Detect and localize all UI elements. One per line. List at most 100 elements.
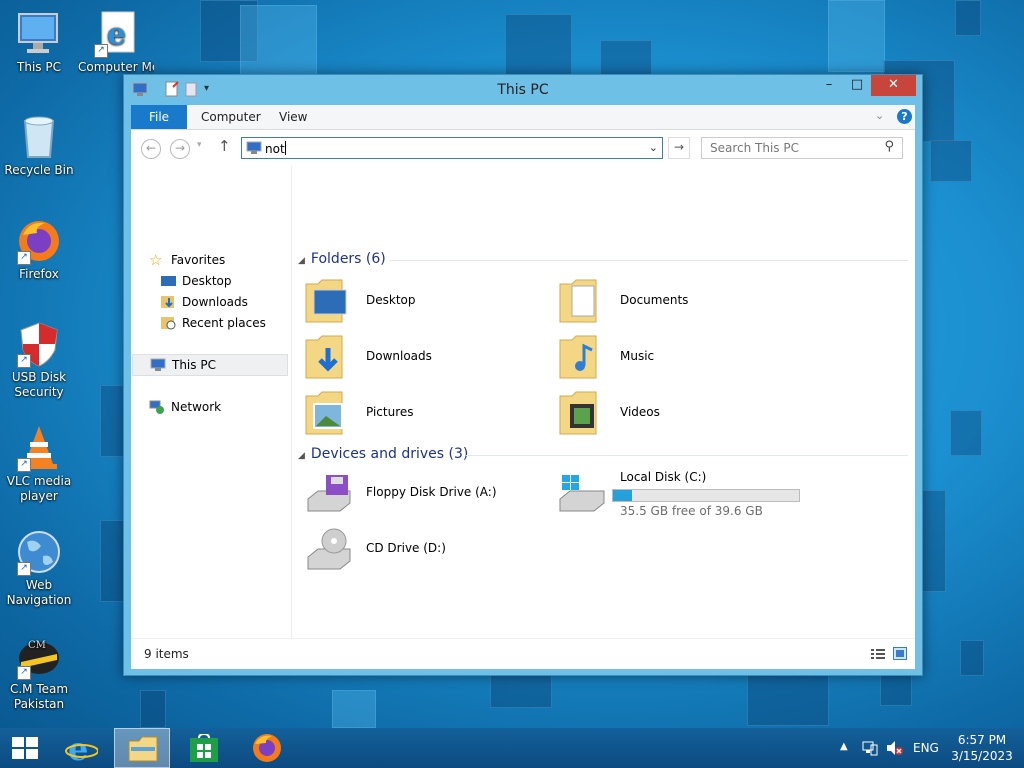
clock-time: 6:57 PM [957, 733, 1007, 747]
search-box[interactable]: Search This PC ⚲ [701, 137, 903, 159]
forward-button[interactable]: → [170, 139, 190, 159]
drive-floppy[interactable]: Floppy Disk Drive (A:) [304, 471, 544, 525]
large-icons-view-icon[interactable] [893, 647, 907, 663]
go-arrow-icon[interactable]: → [668, 137, 690, 159]
music-folder-icon [558, 332, 606, 382]
collapse-chevron-icon[interactable]: ◢ [298, 256, 305, 266]
volume-muted-icon[interactable] [886, 740, 904, 759]
folder-music[interactable]: Music [558, 332, 798, 386]
firefox-icon [253, 734, 281, 762]
tab-view[interactable]: View [265, 105, 321, 129]
taskbar-store[interactable] [176, 728, 232, 768]
desktop-icon-cm-team[interactable]: CM ↗ C.M Team Pakistan [1, 632, 77, 712]
window-title: This PC [497, 82, 549, 98]
expand-ribbon-chevron-icon[interactable]: ⌄ [875, 109, 884, 122]
search-icon[interactable]: ⚲ [884, 139, 894, 154]
store-icon [190, 734, 218, 762]
downloads-folder-icon [304, 332, 352, 382]
address-dropdown-chevron-icon[interactable]: ⌄ [649, 141, 658, 154]
desktop-icon-vlc[interactable]: ↗ VLC media player [1, 424, 77, 504]
desktop-icon-firefox[interactable]: ↗ Firefox [1, 217, 77, 282]
windows-logo-icon [12, 737, 38, 759]
minimize-button[interactable]: – [815, 75, 843, 96]
devices-group-header[interactable]: ◢ Devices and drives (3) [298, 446, 910, 464]
back-button[interactable]: ← [141, 139, 161, 159]
recycle-bin-icon [15, 113, 63, 161]
svg-text:e: e [68, 731, 88, 765]
pictures-folder-icon [304, 388, 352, 438]
star-icon: ☆ [149, 251, 163, 269]
shortcut-arrow-icon: ↗ [17, 458, 31, 472]
videos-folder-icon [558, 388, 606, 438]
title-bar[interactable]: ▾ This PC – □ ✕ [124, 75, 922, 105]
folder-documents[interactable]: Documents [558, 276, 798, 330]
documents-folder-icon [558, 276, 606, 326]
taskbar-firefox[interactable] [238, 728, 294, 768]
nav-favorites[interactable]: ☆ Favorites [149, 250, 225, 270]
nav-downloads[interactable]: Downloads [161, 292, 248, 312]
desktop-icon-this-pc[interactable]: This PC [1, 10, 77, 75]
cd-drive-icon [304, 527, 352, 577]
up-button[interactable]: ↑ [218, 137, 231, 155]
nav-this-pc[interactable]: This PC [132, 354, 288, 376]
taskbar-file-explorer[interactable] [114, 728, 170, 768]
address-input[interactable]: not [265, 141, 286, 156]
folder-pictures[interactable]: Pictures [304, 388, 544, 442]
collapse-chevron-icon[interactable]: ◢ [298, 451, 305, 461]
navigation-pane: ☆ Favorites Desktop Downloads Recent pla… [131, 166, 292, 638]
navigation-bar: ← → ▾ ↑ not ⌄ → Search This PC ⚲ [131, 130, 915, 166]
drive-cd[interactable]: CD Drive (D:) [304, 527, 544, 581]
folders-group-header[interactable]: ◢ Folders (6) [298, 251, 910, 269]
maximize-button[interactable]: □ [843, 75, 871, 96]
disk-usage-bar [612, 489, 800, 502]
clock[interactable]: 6:57 PM 3/15/2023 [947, 732, 1017, 764]
svg-text:e: e [107, 17, 126, 52]
floppy-drive-icon [304, 471, 352, 521]
nav-network[interactable]: Network [149, 397, 221, 417]
recent-locations-chevron-icon[interactable]: ▾ [197, 140, 202, 150]
recent-places-icon [161, 316, 176, 330]
nav-recent-places[interactable]: Recent places [161, 313, 266, 333]
input-language[interactable]: ENG [913, 741, 939, 755]
network-icon [149, 400, 164, 414]
shortcut-arrow-icon: ↗ [17, 354, 31, 368]
firefox-icon: ↗ [15, 217, 63, 265]
drive-local-c[interactable]: Local Disk (C:) 35.5 GB free of 39.6 GB [558, 470, 818, 525]
desktop-icon-recycle-bin[interactable]: Recycle Bin [1, 113, 77, 178]
shortcut-arrow-icon: ↗ [94, 44, 108, 58]
monitor-icon [15, 10, 63, 58]
address-bar[interactable]: not ⌄ [241, 137, 663, 159]
start-button[interactable] [0, 728, 56, 768]
shortcut-arrow-icon: ↗ [17, 562, 31, 576]
clock-date: 3/15/2023 [951, 749, 1013, 763]
nav-desktop[interactable]: Desktop [161, 271, 232, 291]
hard-drive-windows-icon [558, 471, 606, 521]
tab-file[interactable]: File [131, 105, 187, 129]
item-count: 9 items [144, 647, 189, 661]
this-pc-icon [150, 358, 166, 372]
vlc-cone-icon: ↗ [15, 424, 63, 472]
desktop-icon-web-navigation[interactable]: ↗ Web Navigation [1, 528, 77, 608]
folder-videos[interactable]: Videos [558, 388, 798, 442]
tab-computer[interactable]: Computer [187, 105, 275, 129]
desktop-folder-icon [161, 274, 176, 288]
globe-icon: ↗ [15, 528, 63, 576]
this-pc-icon [246, 141, 262, 158]
shortcut-arrow-icon: ↗ [17, 666, 31, 680]
taskbar-internet-explorer[interactable]: e [54, 728, 110, 768]
file-explorer-icon [128, 736, 158, 762]
network-tray-icon[interactable] [862, 740, 878, 759]
close-button[interactable]: ✕ [871, 75, 916, 96]
folder-desktop[interactable]: Desktop [304, 276, 544, 330]
svg-text:CM: CM [28, 640, 46, 651]
help-icon[interactable]: ? [897, 109, 912, 124]
details-view-icon[interactable] [871, 648, 885, 663]
show-hidden-icons-chevron-icon[interactable]: ▲ [840, 741, 848, 752]
search-input[interactable]: Search This PC [710, 141, 799, 155]
folder-downloads[interactable]: Downloads [304, 332, 544, 386]
internet-explorer-icon: e [65, 731, 98, 765]
downloads-folder-icon [161, 295, 176, 309]
explorer-window[interactable]: ▾ This PC – □ ✕ File Computer View ⌄ ? ←… [123, 74, 923, 676]
internet-explorer-icon: e ↗ [92, 10, 140, 58]
desktop-icon-usb-disk-security[interactable]: ↗ USB Disk Security [1, 320, 77, 400]
